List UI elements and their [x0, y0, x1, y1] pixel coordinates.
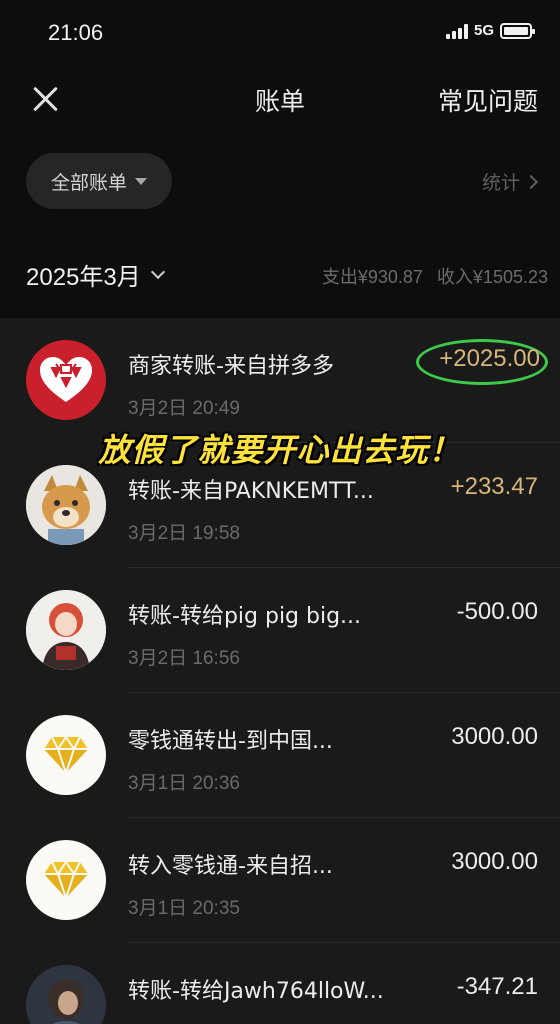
- transaction-row[interactable]: 转入零钱通-来自招... 3月1日 20:35 3000.00: [0, 818, 560, 943]
- transaction-amount: 3000.00: [451, 723, 538, 750]
- income-summary: 收入¥1505.23: [436, 267, 548, 287]
- transaction-title: 零钱通转出-到中国...: [128, 729, 333, 754]
- month-selector[interactable]: 2025年3月: [26, 257, 165, 292]
- caret-down-icon: [135, 177, 147, 185]
- filter-row: 全部账单 统计: [0, 150, 560, 214]
- heart-logo-icon: [40, 357, 92, 402]
- diamond-icon: [26, 715, 106, 795]
- transaction-row[interactable]: 转账-转给pig pig big... 3月2日 16:56 -500.00: [0, 568, 560, 693]
- dark-avatar: [26, 965, 106, 1024]
- status-bar: 21:06 5G: [0, 0, 560, 70]
- nav-bar: 账单 常见问题: [0, 70, 560, 130]
- person-icon: [26, 965, 106, 1024]
- stats-link[interactable]: 统计: [481, 168, 539, 195]
- overlay-caption: 放假了就要开心出去玩！: [98, 431, 462, 469]
- expense-summary: 支出¥930.87: [321, 267, 423, 287]
- transaction-title: 转账-转给Jawh764lloW...: [128, 979, 384, 1004]
- person-icon: [26, 590, 106, 670]
- signal-icon: [445, 23, 468, 39]
- transaction-title: 转账-转给pig pig big...: [128, 604, 362, 629]
- month-summary: 支出¥930.87 收入¥1505.23: [322, 263, 548, 289]
- transaction-amount: -500.00: [456, 598, 538, 625]
- status-indicators: 5G: [445, 22, 535, 39]
- chevron-down-icon: [150, 264, 165, 279]
- month-header: 2025年3月 支出¥930.87 收入¥1505.23: [0, 245, 560, 305]
- diamond-shape: [44, 735, 88, 775]
- chevron-right-icon: [523, 174, 539, 189]
- girl-avatar: [26, 590, 106, 670]
- transaction-row[interactable]: 零钱通转出-到中国... 3月1日 20:36 3000.00: [0, 693, 560, 818]
- transaction-time: 3月2日 19:58: [128, 523, 240, 544]
- diamond-icon: [26, 840, 106, 920]
- transaction-time: 3月1日 20:36: [128, 773, 240, 794]
- dog-avatar: [26, 465, 106, 545]
- transaction-title: 转入零钱通-来自招...: [128, 854, 333, 879]
- status-time: 21:06: [48, 20, 104, 45]
- transaction-amount: +233.47: [450, 473, 538, 500]
- transaction-title: 商家转账-来自拼多多: [128, 354, 334, 379]
- transaction-list: 商家转账-来自拼多多 3月2日 20:49 +2025.00 转账-来自PAKN…: [0, 318, 560, 1024]
- transaction-amount: 3000.00: [451, 848, 538, 875]
- network-type: 5G: [473, 22, 494, 39]
- all-bills-label: 全部账单: [50, 171, 127, 194]
- diamond-shape: [44, 860, 88, 900]
- transaction-time: 3月2日 20:49: [128, 398, 240, 419]
- pinduoduo-logo: [26, 340, 106, 420]
- all-bills-dropdown[interactable]: 全部账单: [26, 153, 172, 209]
- faq-link[interactable]: 常见问题: [438, 82, 538, 118]
- transaction-amount: +2025.00: [439, 345, 540, 372]
- month-label: 2025年3月: [26, 264, 141, 291]
- battery-icon: [500, 22, 535, 39]
- transaction-time: 3月2日 16:56: [128, 648, 240, 669]
- transaction-row[interactable]: 转账-转给Jawh764lloW... -347.21: [0, 943, 560, 1024]
- dog-face-icon: [26, 465, 106, 545]
- stats-label: 统计: [481, 172, 520, 194]
- transaction-amount: -347.21: [456, 973, 538, 1000]
- transaction-title: 转账-来自PAKNKEMTT...: [128, 479, 374, 504]
- transaction-time: 3月1日 20:35: [128, 898, 240, 919]
